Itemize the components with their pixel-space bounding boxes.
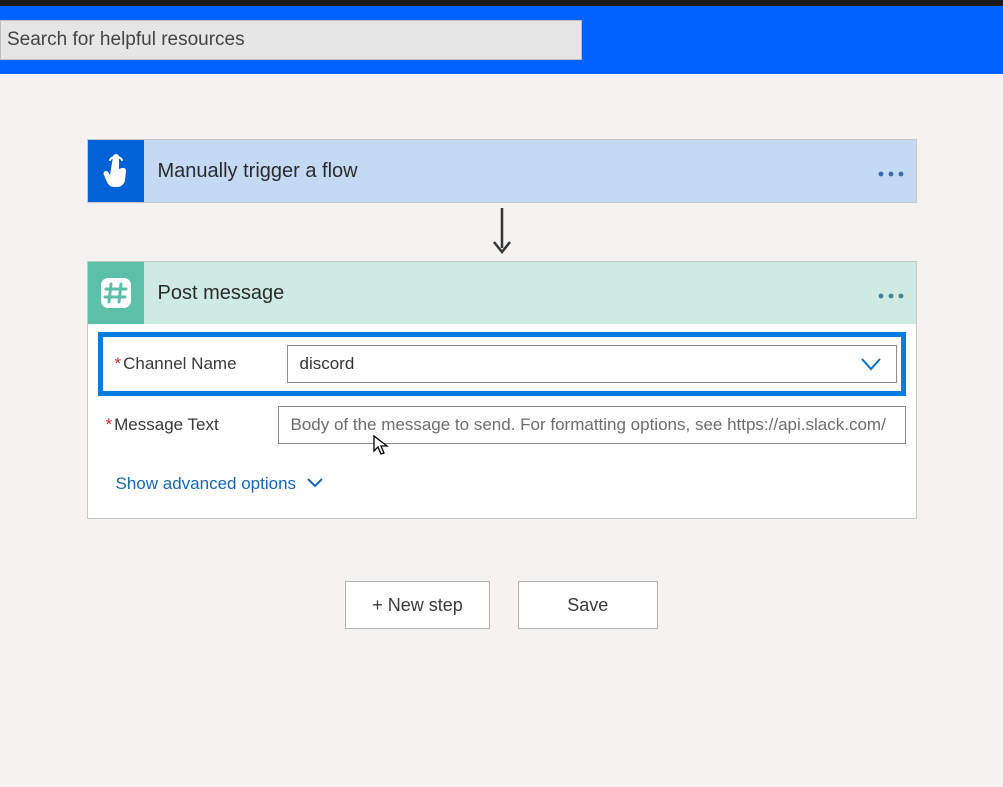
show-advanced-label: Show advanced options bbox=[116, 474, 297, 494]
action-card-body: *Channel Name discord *Message Text Show… bbox=[88, 324, 916, 518]
channel-name-row: *Channel Name discord bbox=[98, 332, 906, 396]
channel-name-dropdown[interactable]: discord bbox=[287, 345, 897, 383]
required-asterisk: * bbox=[106, 415, 113, 434]
flow-canvas: Manually trigger a flow bbox=[0, 74, 1003, 629]
chevron-down-icon bbox=[860, 355, 882, 378]
required-asterisk: * bbox=[115, 354, 122, 373]
trigger-title: Manually trigger a flow bbox=[144, 160, 866, 183]
message-text-label: *Message Text bbox=[98, 415, 278, 435]
flow-arrow-connector bbox=[490, 203, 514, 261]
new-step-button[interactable]: + New step bbox=[345, 581, 490, 629]
channel-name-label-text: Channel Name bbox=[123, 354, 236, 373]
action-card-header[interactable]: Post message bbox=[88, 262, 916, 324]
show-advanced-options-link[interactable]: Show advanced options bbox=[116, 474, 325, 494]
trigger-card[interactable]: Manually trigger a flow bbox=[87, 139, 917, 203]
message-text-input[interactable] bbox=[278, 406, 906, 444]
trigger-card-header[interactable]: Manually trigger a flow bbox=[88, 140, 916, 202]
message-text-row: *Message Text bbox=[98, 402, 906, 448]
search-input[interactable] bbox=[0, 20, 582, 60]
header-bar bbox=[0, 6, 1003, 74]
chevron-down-icon bbox=[306, 474, 324, 494]
message-text-label-text: Message Text bbox=[114, 415, 219, 434]
channel-name-value: discord bbox=[300, 354, 355, 374]
action-menu-button[interactable] bbox=[866, 280, 916, 306]
action-title: Post message bbox=[144, 282, 866, 305]
manual-trigger-icon bbox=[88, 140, 144, 202]
save-button[interactable]: Save bbox=[518, 581, 658, 629]
trigger-menu-button[interactable] bbox=[866, 158, 916, 184]
footer-buttons: + New step Save bbox=[87, 581, 917, 629]
action-card: Post message *Channel Name discord bbox=[87, 261, 917, 519]
channel-name-label: *Channel Name bbox=[107, 354, 287, 374]
slack-hash-icon bbox=[88, 262, 144, 324]
